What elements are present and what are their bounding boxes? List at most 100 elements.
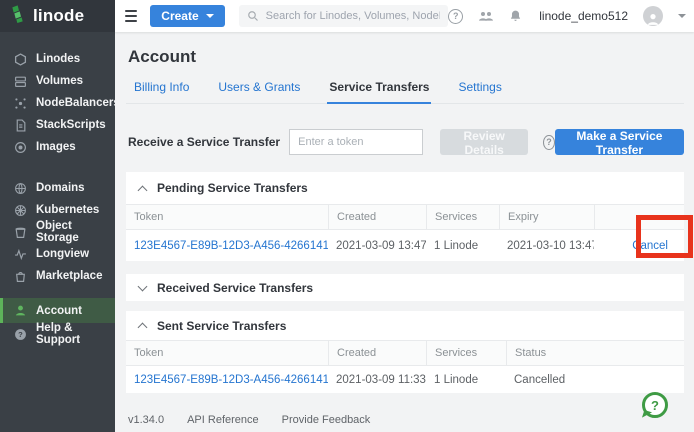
token-link[interactable]: 123E4567-E89B-12D3-A456-426614174001 bbox=[134, 374, 328, 386]
logo[interactable]: linode bbox=[0, 0, 115, 32]
help-bubble-button[interactable]: ? bbox=[642, 392, 668, 418]
sidebar-item-marketplace[interactable]: Marketplace bbox=[0, 265, 115, 287]
sidebar-item-object-storage[interactable]: Object Storage bbox=[0, 221, 115, 243]
pending-transfers-header[interactable]: Pending Service Transfers bbox=[126, 172, 684, 204]
received-transfers-card: Received Service Transfers bbox=[126, 274, 684, 301]
page-title: Account bbox=[128, 47, 684, 67]
status-cell: Cancelled bbox=[506, 374, 684, 386]
sent-table-header: Token Created Services Status bbox=[126, 340, 684, 366]
help-icon: ? bbox=[13, 327, 27, 341]
sidebar-item-label: Domains bbox=[36, 182, 85, 194]
main-content: Account Billing Info Users & Grants Serv… bbox=[115, 32, 694, 432]
community-icon[interactable] bbox=[478, 9, 494, 23]
kubernetes-icon bbox=[13, 203, 27, 217]
column-header-status: Status bbox=[506, 341, 684, 365]
sidebar-item-domains[interactable]: Domains bbox=[0, 177, 115, 199]
marketplace-icon bbox=[13, 269, 27, 283]
volumes-icon bbox=[13, 74, 27, 88]
longview-icon bbox=[13, 247, 27, 261]
sidebar-item-label: Kubernetes bbox=[36, 204, 99, 216]
notifications-bell-icon[interactable] bbox=[509, 9, 522, 23]
linode-logo-icon bbox=[11, 5, 27, 28]
help-icon[interactable]: ? bbox=[543, 135, 555, 150]
cancel-button[interactable]: Cancel bbox=[632, 240, 668, 252]
sidebar-item-label: Volumes bbox=[36, 75, 83, 87]
sidebar-item-images[interactable]: Images bbox=[0, 136, 115, 158]
sidebar: linode Linodes Volumes NodeBalancers Sta… bbox=[0, 0, 115, 432]
question-glyph: ? bbox=[453, 11, 459, 21]
chevron-down-icon[interactable] bbox=[678, 14, 686, 18]
received-transfers-header[interactable]: Received Service Transfers bbox=[126, 274, 684, 301]
section-title: Pending Service Transfers bbox=[157, 181, 308, 195]
svg-text:?: ? bbox=[18, 330, 23, 339]
section-title: Sent Service Transfers bbox=[157, 319, 286, 333]
nodebalancers-icon bbox=[13, 96, 27, 110]
sidebar-nav: Linodes Volumes NodeBalancers StackScrip… bbox=[0, 32, 115, 345]
tab-billing-info[interactable]: Billing Info bbox=[132, 75, 191, 103]
sidebar-item-label: Linodes bbox=[36, 53, 80, 65]
help-icon[interactable]: ? bbox=[448, 9, 463, 24]
linode-cloud-manager: linode Linodes Volumes NodeBalancers Sta… bbox=[0, 0, 694, 432]
tab-service-transfers[interactable]: Service Transfers bbox=[327, 75, 431, 104]
tab-settings[interactable]: Settings bbox=[456, 75, 503, 103]
section-title: Received Service Transfers bbox=[157, 281, 313, 295]
menu-icon[interactable] bbox=[125, 10, 137, 22]
chevron-up-icon bbox=[138, 185, 148, 195]
avatar[interactable] bbox=[643, 6, 663, 26]
services-cell: 1 Linode bbox=[426, 374, 506, 386]
chevron-down-icon bbox=[138, 281, 148, 291]
search-icon bbox=[247, 10, 259, 22]
account-icon bbox=[13, 304, 27, 318]
tab-bar: Billing Info Users & Grants Service Tran… bbox=[126, 75, 684, 104]
sidebar-item-help-support[interactable]: ? Help & Support bbox=[0, 323, 115, 345]
receive-transfer-row: Receive a Service Transfer Review Detail… bbox=[126, 128, 684, 156]
sidebar-item-account[interactable]: Account bbox=[0, 298, 115, 323]
sidebar-item-label: Marketplace bbox=[36, 270, 102, 282]
create-button[interactable]: Create bbox=[150, 5, 224, 27]
review-details-button[interactable]: Review Details bbox=[440, 129, 528, 155]
sidebar-item-label: StackScripts bbox=[36, 119, 106, 131]
username[interactable]: linode_demo512 bbox=[539, 9, 628, 23]
tab-users-grants[interactable]: Users & Grants bbox=[216, 75, 302, 103]
token-input[interactable] bbox=[289, 129, 423, 155]
sent-transfers-card: Sent Service Transfers Token Created Ser… bbox=[126, 311, 684, 393]
created-cell: 2021-03-09 13:47 bbox=[328, 240, 426, 252]
column-header-token: Token bbox=[126, 341, 328, 365]
sidebar-item-label: Account bbox=[36, 305, 82, 317]
create-button-label: Create bbox=[161, 9, 198, 23]
chevron-down-icon bbox=[206, 14, 214, 18]
sidebar-item-kubernetes[interactable]: Kubernetes bbox=[0, 199, 115, 221]
receive-transfer-label: Receive a Service Transfer bbox=[128, 135, 280, 149]
sidebar-item-label: NodeBalancers bbox=[36, 97, 120, 109]
column-header-services: Services bbox=[426, 205, 499, 229]
question-glyph: ? bbox=[651, 398, 659, 413]
make-service-transfer-button[interactable]: Make a Service Transfer bbox=[555, 129, 684, 155]
sidebar-item-linodes[interactable]: Linodes bbox=[0, 48, 115, 70]
sidebar-item-label: Images bbox=[36, 141, 76, 153]
column-header-created: Created bbox=[328, 205, 426, 229]
column-header-services: Services bbox=[426, 341, 506, 365]
images-icon bbox=[13, 140, 27, 154]
api-reference-link[interactable]: API Reference bbox=[187, 414, 259, 426]
created-cell: 2021-03-09 11:33 bbox=[328, 374, 426, 386]
search-bar[interactable] bbox=[239, 5, 449, 27]
sidebar-item-volumes[interactable]: Volumes bbox=[0, 70, 115, 92]
column-header-token: Token bbox=[126, 205, 328, 229]
topbar-actions: ? linode_demo512 bbox=[448, 6, 686, 26]
chevron-up-icon bbox=[138, 323, 148, 333]
sidebar-item-longview[interactable]: Longview bbox=[0, 243, 115, 265]
sidebar-item-label: Object Storage bbox=[36, 220, 115, 244]
pending-transfers-card: Pending Service Transfers Token Created … bbox=[126, 172, 684, 261]
sidebar-item-nodebalancers[interactable]: NodeBalancers bbox=[0, 92, 115, 114]
pending-table-header: Token Created Services Expiry bbox=[126, 204, 684, 230]
domains-icon bbox=[13, 181, 27, 195]
object-storage-icon bbox=[13, 225, 27, 239]
sidebar-item-stackscripts[interactable]: StackScripts bbox=[0, 114, 115, 136]
provide-feedback-link[interactable]: Provide Feedback bbox=[282, 414, 371, 426]
search-input[interactable] bbox=[266, 10, 441, 22]
token-link[interactable]: 123E4567-E89B-12D3-A456-426614174000 bbox=[134, 240, 328, 252]
sent-transfers-header[interactable]: Sent Service Transfers bbox=[126, 311, 684, 340]
expiry-cell: 2021-03-10 13:47 bbox=[499, 240, 594, 252]
services-cell: 1 Linode bbox=[426, 240, 499, 252]
table-row: 123E4567-E89B-12D3-A456-426614174001 202… bbox=[126, 366, 684, 393]
